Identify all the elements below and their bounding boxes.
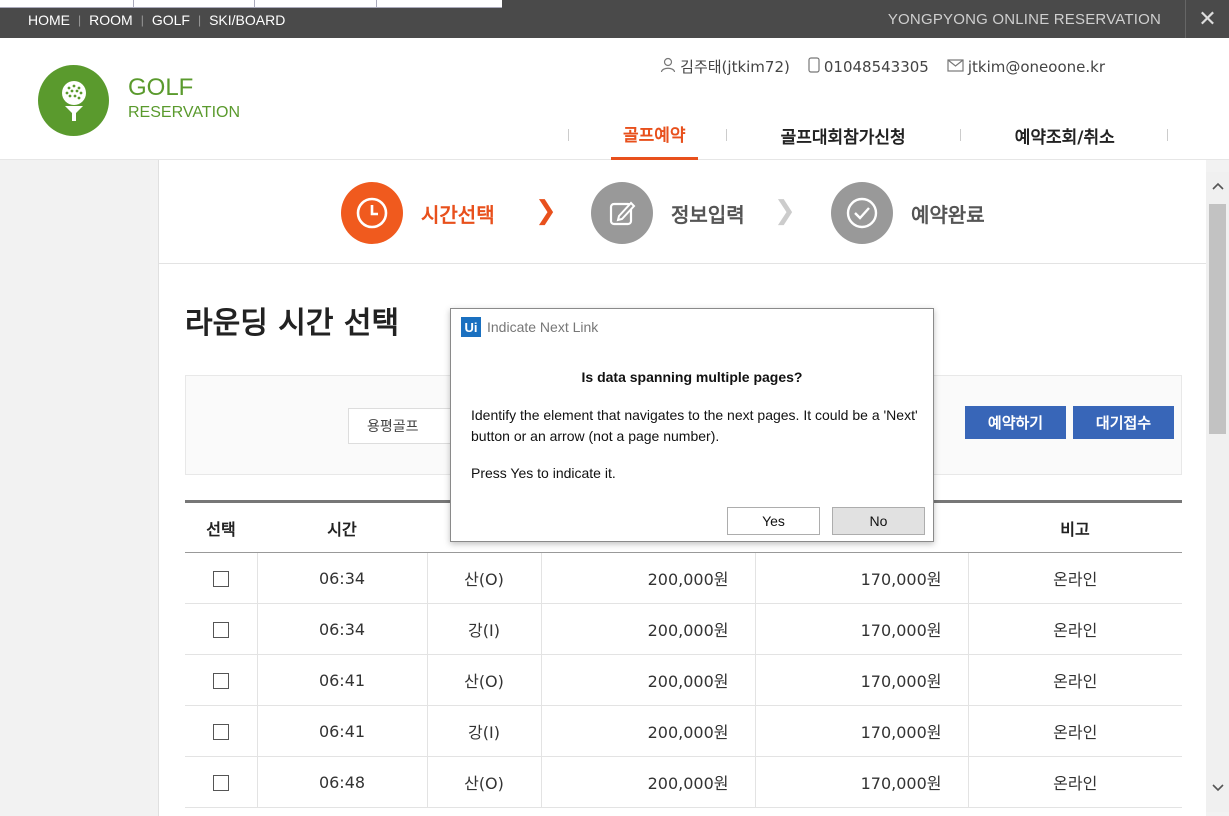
step-label-info: 정보입력 (671, 202, 745, 227)
cell-time: 06:41 (256, 705, 427, 757)
yes-button[interactable]: Yes (727, 507, 820, 535)
table-row: 06:34 산(O) 200,000원 170,000원 온라인 (185, 552, 1182, 604)
user-name: 김주태(jtkim72) (680, 58, 790, 76)
cell-price2: 170,000원 (754, 603, 968, 655)
row-checkbox[interactable] (212, 673, 229, 689)
site-brand: YONGPYONG ONLINE RESERVATION (887, 11, 1161, 28)
col-header-note: 비고 (968, 500, 1182, 553)
reserve-button[interactable]: 예약하기 (965, 406, 1066, 439)
edit-icon (591, 182, 653, 244)
close-icon[interactable]: ✕ (1185, 0, 1229, 38)
cell-note: 온라인 (967, 552, 1182, 604)
check-icon (831, 182, 893, 244)
user-icon (660, 57, 676, 77)
top-nav-golf[interactable]: GOLF (152, 12, 190, 28)
mail-icon (947, 58, 964, 76)
row-checkbox[interactable] (212, 724, 229, 740)
nav-reservation-lookup[interactable]: 예약조회/취소 (1003, 110, 1127, 160)
nav-golf-reservation[interactable]: 골프예약 (611, 110, 698, 160)
dialog-text-2: Press Yes to indicate it. (471, 465, 616, 481)
cell-price1: 200,000원 (540, 552, 755, 604)
cell-course: 산(O) (426, 756, 541, 808)
main-nav: 골프예약 골프대회참가신청 예약조회/취소 (568, 110, 1168, 160)
col-header-select: 선택 (185, 500, 257, 553)
cell-course: 산(O) (426, 654, 541, 706)
dialog-text-1: Identify the element that navigates to t… (471, 407, 918, 444)
top-nav-ski-board[interactable]: SKI/BOARD (209, 12, 285, 28)
indicate-next-link-dialog: Ui Indicate Next Link Is data spanning m… (450, 308, 934, 542)
clock-icon (341, 182, 403, 244)
page-scrollbar[interactable] (1206, 172, 1229, 812)
cell-note: 온라인 (967, 603, 1182, 655)
scroll-down-icon[interactable] (1206, 778, 1229, 798)
cell-price2: 170,000원 (754, 705, 968, 757)
dialog-body: Identify the element that navigates to t… (471, 405, 921, 484)
no-button[interactable]: No (832, 507, 925, 535)
step-info-input: 정보입력 (591, 182, 745, 244)
row-checkbox[interactable] (212, 622, 229, 638)
top-nav-home[interactable]: HOME (28, 12, 70, 28)
cell-time: 06:41 (256, 654, 427, 706)
step-complete: 예약완료 (831, 182, 985, 244)
dialog-title: Indicate Next Link (487, 319, 599, 335)
scroll-thumb[interactable] (1209, 204, 1226, 434)
browser-tab-strip (0, 0, 502, 8)
dialog-heading: Is data spanning multiple pages? (581, 369, 803, 385)
phone-item: 01048543305 (808, 56, 929, 77)
top-nav: HOME | ROOM | GOLF | SKI/BOARD (28, 12, 286, 28)
user-phone: 01048543305 (823, 57, 929, 76)
cell-price2: 170,000원 (754, 552, 968, 604)
table-row: 06:34 강(I) 200,000원 170,000원 온라인 (185, 603, 1182, 655)
cell-course: 강(I) (426, 705, 541, 757)
cell-note: 온라인 (967, 654, 1182, 706)
cell-price1: 200,000원 (540, 654, 755, 706)
phone-icon (808, 56, 820, 77)
tee-time-table: 선택 시간 비고 06:34 산(O) 200,000원 170,000원 온라… (185, 500, 1182, 808)
scroll-up-icon[interactable] (1206, 176, 1229, 196)
page-title: 라운딩 시간 선택 (185, 306, 400, 341)
cell-time: 06:48 (256, 756, 427, 808)
email-item: jtkim@oneoone.kr (947, 58, 1105, 76)
logo-title: GOLF (128, 74, 194, 101)
cell-time: 06:34 (256, 603, 427, 655)
uipath-logo-icon: Ui (461, 317, 481, 337)
user-email: jtkim@oneoone.kr (967, 57, 1105, 76)
step-label-time: 시간선택 (421, 202, 495, 227)
left-margin (0, 160, 158, 816)
step-label-complete: 예약완료 (911, 202, 985, 227)
chevron-right-icon: ❯ (774, 196, 796, 226)
top-nav-room[interactable]: ROOM (89, 12, 133, 28)
cell-price2: 170,000원 (754, 756, 968, 808)
user-name-item: 김주태(jtkim72) (660, 56, 790, 77)
step-time-select: 시간선택 (341, 182, 495, 244)
step-indicator: 시간선택 ❯ 정보입력 ❯ 예약완료 (159, 160, 1207, 264)
logo-subtitle: RESERVATION (128, 104, 241, 121)
cell-note: 온라인 (967, 705, 1182, 757)
table-row: 06:41 산(O) 200,000원 170,000원 온라인 (185, 654, 1182, 706)
table-row: 06:48 산(O) 200,000원 170,000원 온라인 (185, 756, 1182, 808)
cell-price1: 200,000원 (540, 756, 755, 808)
cell-note: 온라인 (967, 756, 1182, 808)
cell-price1: 200,000원 (540, 603, 755, 655)
site-header: GOLF RESERVATION 김주태(jtkim72) 0104854330… (0, 38, 1229, 160)
golf-ball-logo-icon[interactable] (38, 65, 109, 136)
cell-course: 산(O) (426, 552, 541, 604)
waitlist-button[interactable]: 대기접수 (1073, 406, 1174, 439)
nav-golf-tournament[interactable]: 골프대회참가신청 (769, 110, 918, 160)
row-checkbox[interactable] (212, 775, 229, 791)
table-row: 06:41 강(I) 200,000원 170,000원 온라인 (185, 705, 1182, 757)
cell-price2: 170,000원 (754, 654, 968, 706)
top-bar: HOME | ROOM | GOLF | SKI/BOARD YONGPYONG… (0, 0, 1229, 38)
chevron-right-icon: ❯ (535, 196, 557, 226)
cell-price1: 200,000원 (540, 705, 755, 757)
row-checkbox[interactable] (212, 571, 229, 587)
cell-time: 06:34 (256, 552, 427, 604)
col-header-time: 시간 (257, 500, 427, 553)
cell-course: 강(I) (426, 603, 541, 655)
course-select[interactable]: 용평골프 (348, 408, 460, 444)
dialog-titlebar: Ui Indicate Next Link (451, 309, 933, 345)
user-info: 김주태(jtkim72) 01048543305 jtkim@oneoone.k… (660, 56, 1105, 77)
